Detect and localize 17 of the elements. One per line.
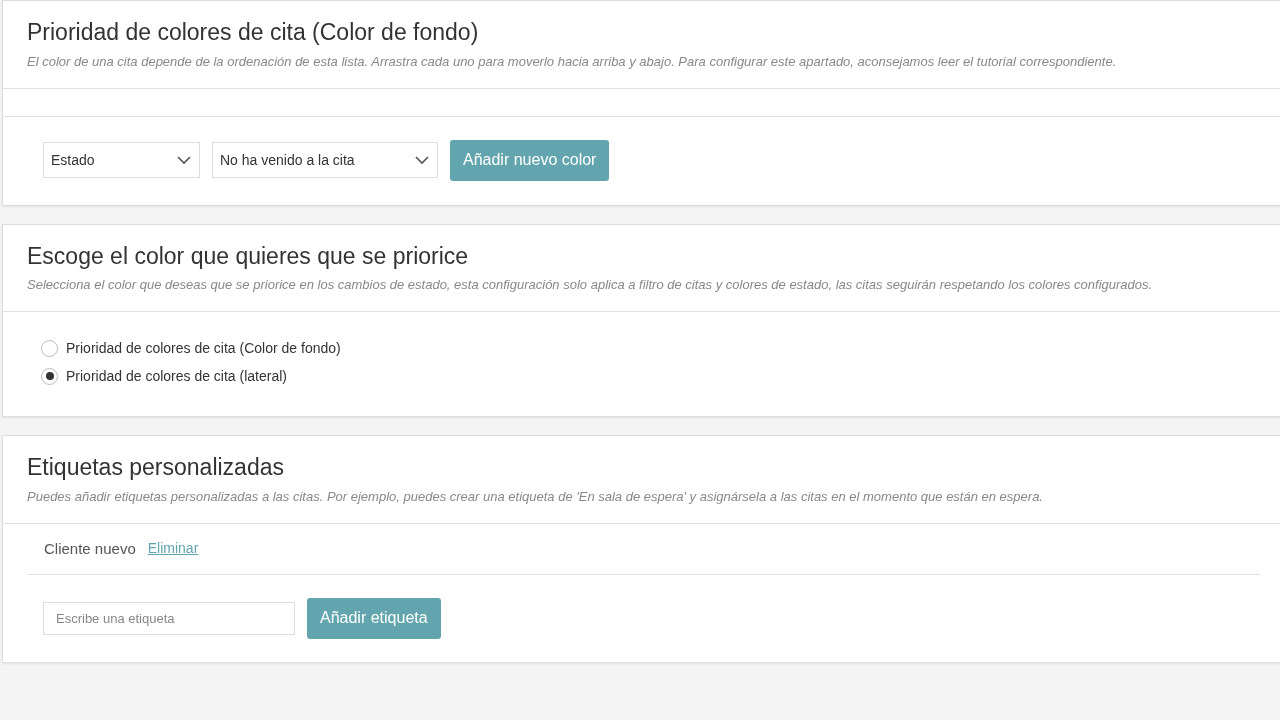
chevron-down-icon [177, 155, 191, 165]
add-tag-button[interactable]: Añadir etiqueta [307, 597, 441, 639]
section-title: Prioridad de colores de cita (Color de fondo) [27, 19, 480, 47]
tag-input[interactable]: Escribe una etiqueta [43, 601, 295, 635]
radio-label: Prioridad de colores de cita (Color de fondo) [66, 338, 341, 358]
radio-label: Prioridad de colores de cita (lateral) [66, 366, 287, 386]
section-description: Selecciona el color que deseas que se priorice en los cambios de estado, esta configuración solo aplica a filtro de citas y colores de estado, las citas seguirán respetando los colores configurados. [27, 276, 1154, 295]
chevron-down-icon [415, 155, 429, 165]
section-description: Puedes añadir etiquetas personalizadas a las citas. Por ejemplo, puedes crear una etiqueta de 'En sala de espera' y asignársela a las citas en el momento que están en espera. [27, 487, 1044, 506]
section-title: Etiquetas personalizadas [27, 454, 285, 482]
add-color-button[interactable]: Añadir nuevo color [450, 139, 610, 181]
type-select[interactable]: Estado [43, 142, 200, 179]
section-title: Escoge el color que quieres que se priorice [27, 242, 470, 271]
section-description: El color de una cita depende de la ordenación de esta lista. Arrastra cada uno para moverlo hacia arriba y abajo. Para configurar este apartado, aconsejamos leer el tutorial correspondiente. [27, 52, 1118, 71]
delete-link[interactable]: Eliminar [147, 538, 199, 560]
tag-name: Cliente nuevo [44, 538, 136, 559]
value-select[interactable]: No ha venido a la cita [212, 142, 438, 179]
